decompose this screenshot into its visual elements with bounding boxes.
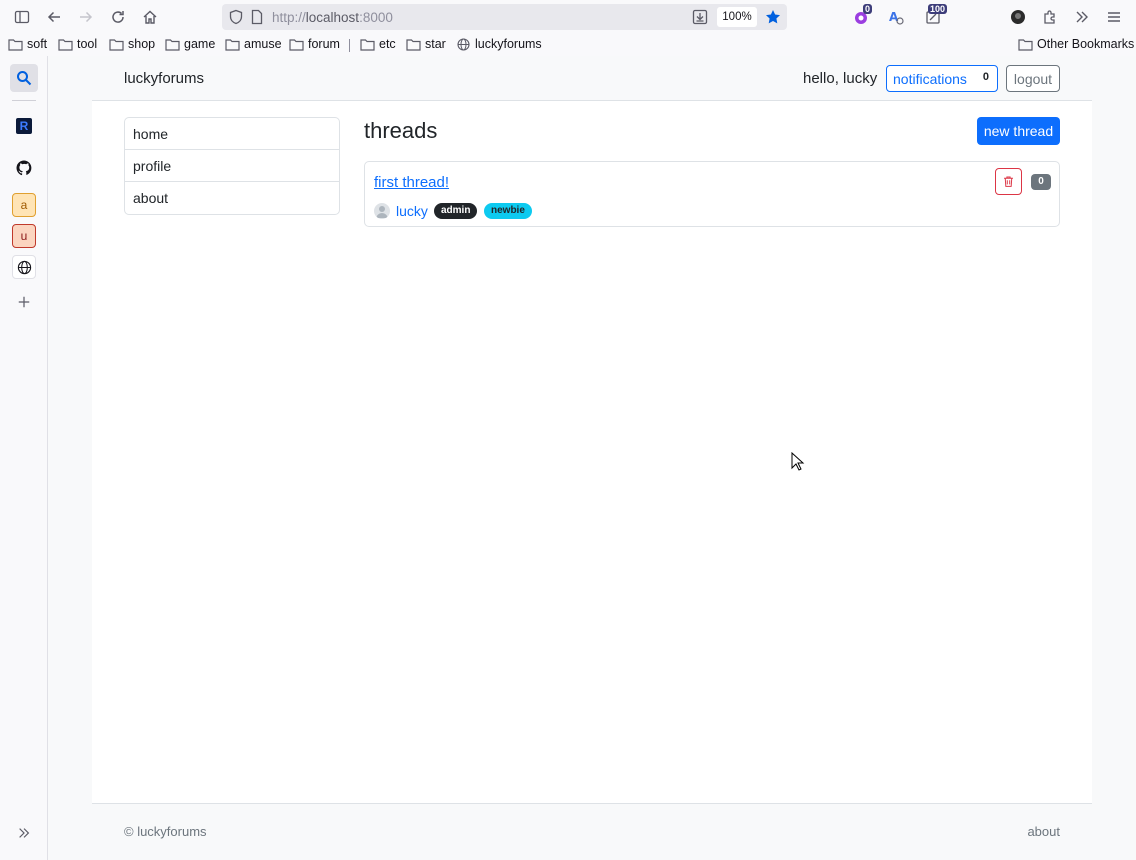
page-title: threads: [364, 118, 438, 143]
sidebar-divider: [12, 100, 36, 101]
notifications-button[interactable]: notifications 0: [886, 65, 998, 92]
extension-1-badge: 0: [863, 4, 873, 14]
account-avatar-icon[interactable]: [1006, 5, 1030, 29]
browser-sidebar: R a u: [0, 56, 48, 860]
url-bar[interactable]: http://localhost:8000 100%: [222, 4, 787, 30]
new-thread-button[interactable]: new thread: [977, 117, 1060, 145]
sidebar-item-home[interactable]: home: [125, 118, 339, 150]
bookmark-folder-tool[interactable]: tool: [58, 37, 97, 51]
sidebar-add-icon[interactable]: [12, 290, 36, 314]
bookmark-folder-amuse[interactable]: amuse: [225, 37, 282, 51]
sidebar-item-profile[interactable]: profile: [125, 150, 339, 182]
bookmark-luckyforums[interactable]: luckyforums: [456, 37, 542, 51]
bookmark-separator: [349, 39, 350, 52]
sidebar-u-app-icon[interactable]: u: [12, 224, 36, 248]
sidebar-github-icon[interactable]: [12, 156, 36, 180]
delete-thread-button[interactable]: [995, 168, 1022, 195]
sidebar-globe-icon[interactable]: [12, 255, 36, 279]
globe-icon: [457, 37, 470, 51]
bookmark-folder-soft[interactable]: soft: [8, 37, 47, 51]
trash-icon: [1004, 176, 1013, 187]
footer-copyright: © luckyforums: [124, 824, 207, 839]
user-greeting: hello, lucky: [803, 70, 878, 87]
bookmarks-bar: soft tool shop game amuse forum etc star…: [0, 34, 1136, 56]
sidebar-search-icon[interactable]: [10, 64, 38, 92]
page-footer: © luckyforums about: [92, 803, 1092, 856]
notifications-count-badge: 0: [982, 71, 989, 83]
thread-title-link[interactable]: first thread!: [374, 174, 449, 191]
page-viewport: luckyforums hello, lucky notifications 0…: [48, 56, 1136, 860]
role-badge-newbie: newbie: [484, 203, 532, 219]
bookmark-folder-forum[interactable]: forum: [289, 37, 340, 51]
folder-icon: [109, 38, 124, 51]
url-text[interactable]: http://localhost:8000: [272, 10, 393, 25]
other-bookmarks[interactable]: Other Bookmarks: [1018, 37, 1134, 51]
extensions-puzzle-icon[interactable]: [1038, 5, 1062, 29]
extension-3-badge: 100: [928, 4, 948, 14]
role-badge-admin: admin: [434, 203, 478, 219]
notifications-label: notifications: [893, 70, 967, 87]
sidebar-expand-icon[interactable]: [12, 821, 36, 845]
bookmark-folder-shop[interactable]: shop: [109, 37, 155, 51]
folder-icon: [58, 38, 73, 51]
overflow-chevrons-icon[interactable]: [1070, 5, 1094, 29]
shield-icon[interactable]: [228, 9, 244, 25]
sidebar-r-app-icon[interactable]: R: [16, 118, 32, 134]
footer-about-link[interactable]: about: [1027, 824, 1060, 839]
folder-icon: [406, 38, 421, 51]
menu-hamburger-icon[interactable]: [1102, 5, 1126, 29]
sidebar-a-app-icon[interactable]: a: [12, 193, 36, 217]
reload-icon[interactable]: [106, 5, 130, 29]
page-icon[interactable]: [249, 9, 265, 25]
mouse-cursor-icon: [791, 452, 805, 471]
thread-list-item: first thread! lucky admin newbie 0: [364, 161, 1060, 227]
logout-button[interactable]: logout: [1006, 65, 1060, 92]
folder-icon: [360, 38, 375, 51]
thread-author-link[interactable]: lucky: [396, 203, 428, 219]
back-icon[interactable]: [42, 5, 66, 29]
zoom-level[interactable]: 100%: [717, 7, 757, 27]
folder-icon: [165, 38, 180, 51]
home-icon[interactable]: [138, 5, 162, 29]
browser-toolbar: http://localhost:8000 100% 0 A 100: [0, 0, 1136, 34]
bookmark-folder-star[interactable]: star: [406, 37, 446, 51]
author-avatar: [374, 203, 390, 219]
folder-icon: [225, 38, 240, 51]
bookmark-star-icon[interactable]: [765, 9, 781, 25]
folder-icon: [289, 38, 304, 51]
folder-icon: [1018, 38, 1033, 51]
sidebar-nav-list: home profile about: [124, 117, 340, 215]
bookmark-folder-game[interactable]: game: [165, 37, 215, 51]
bookmark-folder-etc[interactable]: etc: [360, 37, 396, 51]
forward-icon[interactable]: [74, 5, 98, 29]
translate-extension-icon[interactable]: A: [884, 5, 908, 29]
page-container: luckyforums hello, lucky notifications 0…: [92, 56, 1092, 856]
top-navbar: luckyforums hello, lucky notifications 0…: [92, 56, 1092, 101]
reply-count-badge: 0: [1031, 174, 1051, 190]
site-brand[interactable]: luckyforums: [124, 70, 204, 87]
sidebar-toggle-icon[interactable]: [10, 5, 34, 29]
download-page-icon[interactable]: [692, 9, 708, 25]
sidebar-item-about[interactable]: about: [125, 182, 339, 214]
folder-icon: [8, 38, 23, 51]
